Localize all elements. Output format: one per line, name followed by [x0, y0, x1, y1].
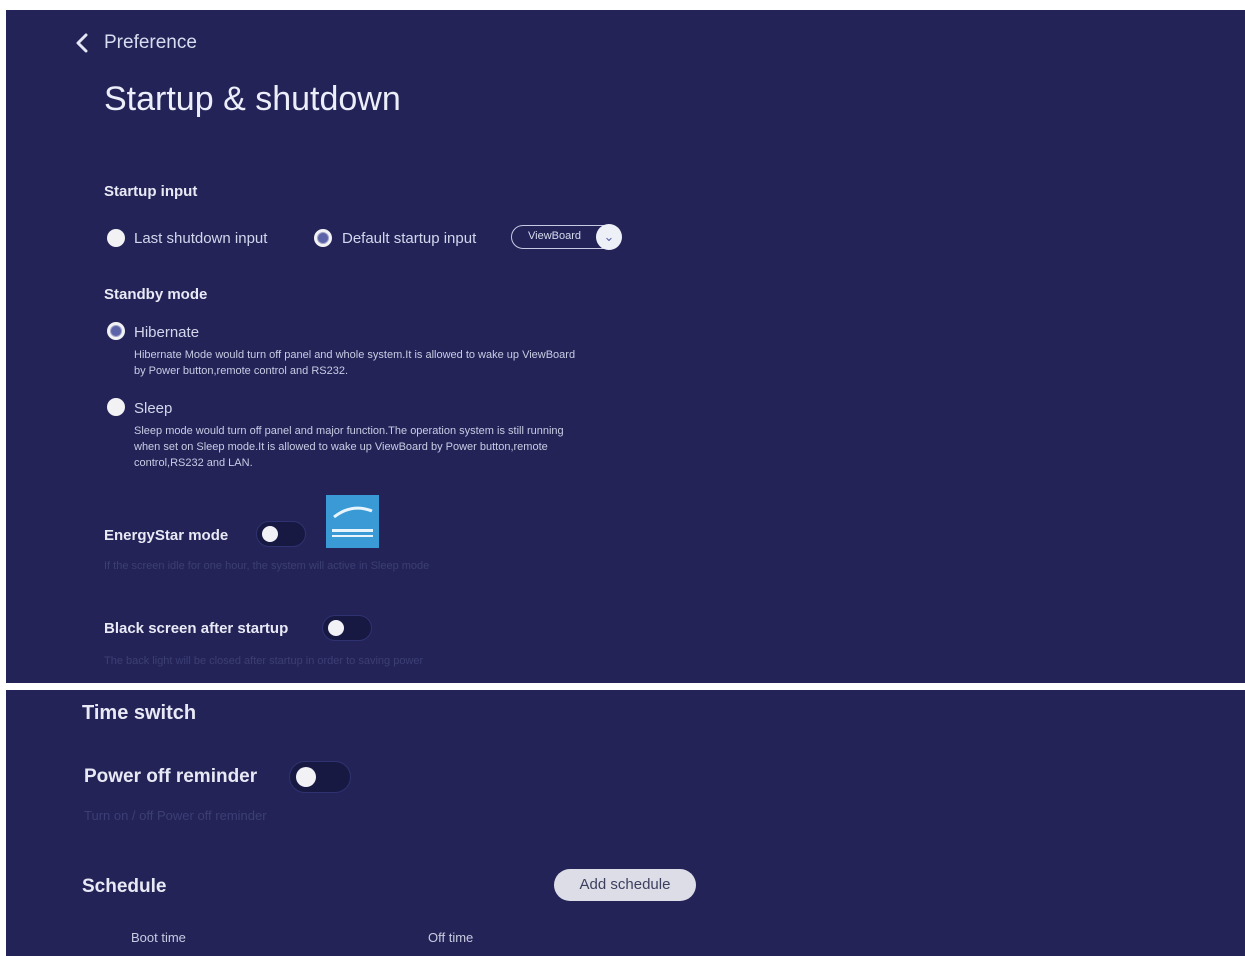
sleep-description: Sleep mode would turn off panel and majo…: [134, 425, 564, 469]
energystar-hint: If the screen idle for one hour, the sys…: [104, 560, 430, 572]
power-off-reminder-toggle[interactable]: [289, 761, 351, 793]
radio-sleep[interactable]: [107, 398, 125, 416]
startup-input-heading: Startup input: [104, 183, 198, 200]
chevron-down-icon[interactable]: ⌄: [596, 224, 622, 250]
energystar-toggle[interactable]: [256, 521, 306, 547]
chevron-left-icon: [76, 33, 88, 53]
radio-label: Default startup input: [342, 230, 477, 247]
page-title: Startup & shutdown: [104, 80, 401, 118]
toggle-knob: [262, 526, 278, 542]
radio-default-startup-input[interactable]: [314, 229, 332, 247]
toggle-knob: [296, 767, 316, 787]
column-header-boot-time: Boot time: [131, 930, 186, 945]
black-screen-toggle[interactable]: [322, 615, 372, 641]
energystar-label: EnergyStar mode: [104, 527, 229, 544]
radio-label: Last shutdown input: [134, 230, 268, 247]
power-off-reminder-label: Power off reminder: [84, 766, 258, 787]
select-value: ViewBoard: [528, 230, 581, 242]
radio-hibernate[interactable]: [107, 322, 125, 340]
black-screen-hint: The back light will be closed after star…: [104, 655, 424, 667]
power-off-reminder-hint: Turn on / off Power off reminder: [84, 808, 267, 823]
column-header-off-time: Off time: [428, 930, 474, 945]
back-button[interactable]: [72, 32, 94, 54]
energystar-logo-icon: [326, 495, 379, 548]
black-screen-label: Black screen after startup: [104, 620, 289, 637]
settings-panel-bottom: Time switch Power off reminder Turn on /…: [6, 690, 1245, 956]
breadcrumb[interactable]: Preference: [104, 32, 197, 54]
time-switch-heading: Time switch: [82, 702, 197, 724]
settings-panel-top: Preference Startup & shutdown Startup in…: [6, 10, 1245, 683]
add-schedule-button[interactable]: Add schedule: [554, 869, 696, 901]
toggle-knob: [328, 620, 344, 636]
radio-last-shutdown-input[interactable]: [107, 229, 125, 247]
radio-label: Sleep: [134, 400, 173, 417]
schedule-heading: Schedule: [82, 876, 167, 897]
standby-mode-heading: Standby mode: [104, 286, 208, 303]
hibernate-description: Hibernate Mode would turn off panel and …: [134, 349, 576, 377]
radio-label: Hibernate: [134, 324, 200, 341]
